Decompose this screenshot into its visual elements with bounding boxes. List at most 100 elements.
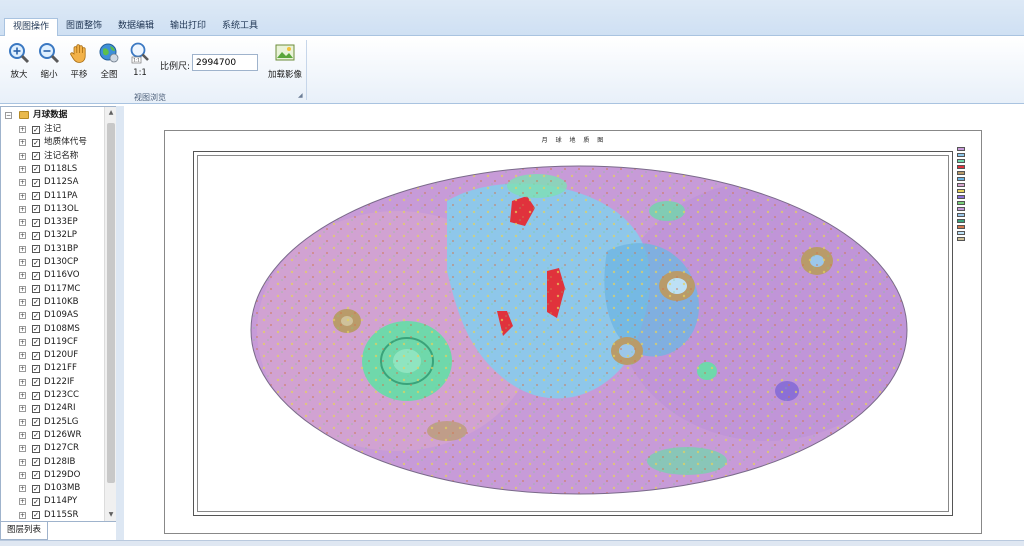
lunar-geologic-map[interactable] xyxy=(247,161,911,499)
layer-checkbox[interactable]: ✓ xyxy=(32,458,40,466)
expand-icon[interactable]: + xyxy=(19,511,26,519)
tab-layer-list[interactable]: 图层列表 xyxy=(0,522,48,540)
layer-tree-root[interactable]: − 月球数据 xyxy=(1,109,104,122)
expand-icon[interactable]: + xyxy=(19,245,26,253)
layer-checkbox[interactable]: ✓ xyxy=(32,364,40,373)
expand-icon[interactable]: + xyxy=(19,312,26,320)
expand-icon[interactable]: + xyxy=(19,352,26,360)
layer-row[interactable]: + ✓ 注记 xyxy=(1,123,104,136)
layer-checkbox[interactable]: ✓ xyxy=(32,391,40,400)
layer-row[interactable]: + ✓ D124RI xyxy=(1,402,104,415)
layer-checkbox[interactable]: ✓ xyxy=(32,497,40,506)
expand-icon[interactable]: + xyxy=(19,179,26,187)
expand-icon[interactable]: + xyxy=(19,232,26,240)
map-view[interactable]: 月 球 地 质 图 xyxy=(124,106,1024,540)
tab-system-tools[interactable]: 系统工具 xyxy=(214,18,266,36)
layer-checkbox[interactable]: ✓ xyxy=(32,484,40,493)
expand-icon[interactable]: + xyxy=(19,325,26,333)
expand-icon[interactable]: + xyxy=(19,285,26,293)
layer-checkbox[interactable]: ✓ xyxy=(32,418,40,427)
scale-input[interactable] xyxy=(192,54,258,71)
layer-checkbox[interactable]: ✓ xyxy=(32,511,40,520)
layer-checkbox[interactable]: ✓ xyxy=(32,178,40,187)
pan-button[interactable]: 平移 xyxy=(64,42,94,80)
layer-checkbox[interactable]: ✓ xyxy=(32,471,40,480)
tab-print-output[interactable]: 输出打印 xyxy=(162,18,214,36)
layer-checkbox[interactable]: ✓ xyxy=(32,431,40,440)
expand-icon[interactable]: + xyxy=(19,152,26,160)
layer-row[interactable]: + ✓ D114PY xyxy=(1,495,104,508)
layer-checkbox[interactable]: ✓ xyxy=(32,138,40,147)
expand-icon[interactable]: + xyxy=(19,219,26,227)
scroll-thumb[interactable] xyxy=(107,123,115,483)
zoom-in-button[interactable]: 放大 xyxy=(4,42,34,80)
layer-row[interactable]: + ✓ D133EP xyxy=(1,216,104,229)
layer-checkbox[interactable]: ✓ xyxy=(32,311,40,320)
layer-row[interactable]: + ✓ D110KB xyxy=(1,296,104,309)
expand-icon[interactable]: + xyxy=(19,365,26,373)
group-launcher-icon[interactable]: ◢ xyxy=(298,92,305,99)
layer-row[interactable]: + ✓ D121FF xyxy=(1,362,104,375)
load-image-button[interactable]: 加载影像 xyxy=(268,42,302,80)
layer-row[interactable]: + ✓ D109AS xyxy=(1,309,104,322)
layer-row[interactable]: + ✓ D116VO xyxy=(1,269,104,282)
layer-row[interactable]: + ✓ D113OL xyxy=(1,203,104,216)
layer-row[interactable]: + ✓ D128IB xyxy=(1,456,104,469)
layer-checkbox[interactable]: ✓ xyxy=(32,351,40,360)
layer-checkbox[interactable]: ✓ xyxy=(32,444,40,453)
tab-map-decoration[interactable]: 图面整饰 xyxy=(58,18,110,36)
layer-row[interactable]: + ✓ D120UF xyxy=(1,349,104,362)
layer-row[interactable]: + ✓ D111PA xyxy=(1,190,104,203)
layer-row[interactable]: + ✓ D118LS xyxy=(1,163,104,176)
expand-icon[interactable]: + xyxy=(19,126,26,133)
expand-icon[interactable]: + xyxy=(19,498,26,506)
layer-checkbox[interactable]: ✓ xyxy=(32,271,40,280)
layer-row[interactable]: + ✓ D125LG xyxy=(1,416,104,429)
expand-icon[interactable]: + xyxy=(19,471,26,479)
layer-row[interactable]: + ✓ D130CP xyxy=(1,256,104,269)
layer-row[interactable]: + ✓ D123CC xyxy=(1,389,104,402)
layer-row[interactable]: + ✓ D108MS xyxy=(1,323,104,336)
layer-tree-scrollbar[interactable]: ▲ ▼ xyxy=(104,107,116,521)
expand-icon[interactable]: + xyxy=(19,298,26,306)
layer-row[interactable]: + ✓ D103MB xyxy=(1,482,104,495)
zoom-out-button[interactable]: 缩小 xyxy=(34,42,64,80)
layer-checkbox[interactable]: ✓ xyxy=(32,258,40,267)
scroll-down-icon[interactable]: ▼ xyxy=(107,511,115,519)
full-extent-button[interactable]: 全图 xyxy=(94,42,124,80)
layer-row[interactable]: + ✓ D119CF xyxy=(1,336,104,349)
expand-icon[interactable]: + xyxy=(19,458,26,466)
layer-row[interactable]: + ✓ D122IF xyxy=(1,376,104,389)
expand-icon[interactable]: + xyxy=(19,431,26,439)
layer-checkbox[interactable]: ✓ xyxy=(32,245,40,254)
expand-icon[interactable]: + xyxy=(19,405,26,413)
expand-icon[interactable]: + xyxy=(19,139,26,147)
expand-icon[interactable]: + xyxy=(19,272,26,280)
layer-checkbox[interactable]: ✓ xyxy=(32,231,40,240)
actual-size-button[interactable]: 1:1 1:1 xyxy=(125,42,155,78)
layer-checkbox[interactable]: ✓ xyxy=(32,298,40,307)
collapse-icon[interactable]: − xyxy=(5,112,12,119)
layer-checkbox[interactable]: ✓ xyxy=(32,218,40,227)
layer-checkbox[interactable]: ✓ xyxy=(32,165,40,174)
layer-row[interactable]: + ✓ D127CR xyxy=(1,442,104,455)
expand-icon[interactable]: + xyxy=(19,192,26,200)
layer-checkbox[interactable]: ✓ xyxy=(32,338,40,347)
layer-row[interactable]: + ✓ D117MC xyxy=(1,283,104,296)
expand-icon[interactable]: + xyxy=(19,205,26,213)
layer-row[interactable]: + ✓ D132LP xyxy=(1,229,104,242)
layer-row[interactable]: + ✓ D126WR xyxy=(1,429,104,442)
layer-row[interactable]: + ✓ D112SA xyxy=(1,176,104,189)
expand-icon[interactable]: + xyxy=(19,378,26,386)
expand-icon[interactable]: + xyxy=(19,338,26,346)
expand-icon[interactable]: + xyxy=(19,418,26,426)
layer-checkbox[interactable]: ✓ xyxy=(32,404,40,413)
layer-row[interactable]: + ✓ D131BP xyxy=(1,243,104,256)
tab-view-operation[interactable]: 视图操作 xyxy=(4,18,59,37)
layer-checkbox[interactable]: ✓ xyxy=(32,125,40,134)
expand-icon[interactable]: + xyxy=(19,259,26,266)
layer-checkbox[interactable]: ✓ xyxy=(32,192,40,200)
layer-checkbox[interactable]: ✓ xyxy=(32,378,40,387)
scroll-up-icon[interactable]: ▲ xyxy=(107,109,115,117)
expand-icon[interactable]: + xyxy=(19,165,26,173)
